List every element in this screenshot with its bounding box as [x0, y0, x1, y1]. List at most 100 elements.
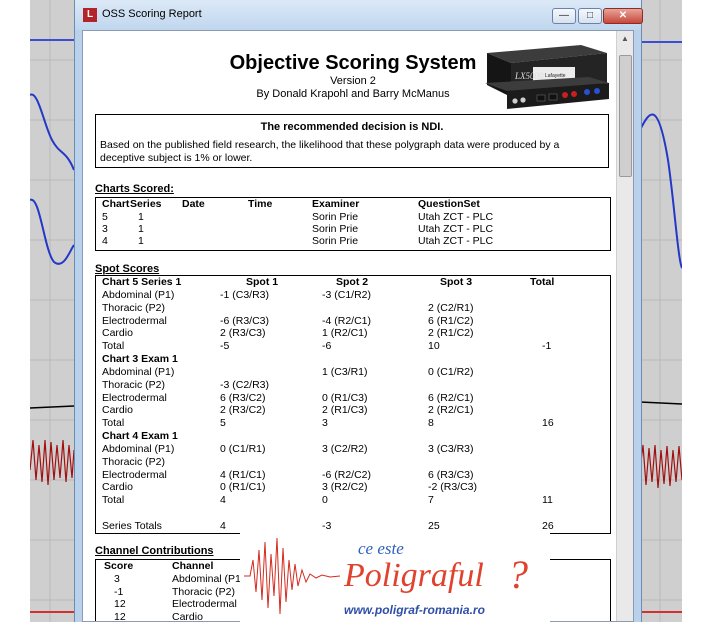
minimize-button[interactable]: — [552, 8, 576, 24]
spot-channel-label: Abdominal (P1) [102, 366, 175, 378]
spot-1-score: 6 (R3/C2) [220, 391, 266, 404]
watermark-line1: ce este [358, 539, 404, 558]
spot-3-score: 2 (R1/C2) [428, 327, 474, 340]
contrib-header-score: Score [104, 560, 134, 572]
spot-group-title: Chart 3 Exam 1 [102, 353, 178, 365]
decision-title: The recommended decision is NDI. [260, 121, 444, 133]
contrib-channel: Electrodermal [172, 598, 237, 610]
spot-header-0: Spot 1 [246, 276, 279, 288]
spot-2-score: 2 (R1/C3) [322, 404, 368, 417]
contrib-channel: Cardio [172, 610, 203, 622]
spot-3-score: 2 (R2/C1) [428, 404, 474, 417]
spot-3-score: 6 (R2/C1) [428, 391, 474, 404]
charts-cell: Utah ZCT - PLC [418, 223, 494, 235]
charts-cell: Utah ZCT - PLC [418, 211, 494, 223]
spot-channel-label: Thoracic (P2) [102, 301, 166, 314]
charts-cell: Sorin Prie [312, 211, 359, 223]
device-brand: Lafayette [545, 73, 566, 79]
spot-2-score: 0 (R1/C3) [322, 391, 368, 404]
spot-channel-label: Total [102, 340, 125, 353]
spot-channel-label: Thoracic (P2) [102, 455, 166, 468]
spot-3-score: 3 (C3/R3) [428, 443, 474, 455]
spot-channel-label: Total [102, 494, 125, 507]
spot-total: 11 [542, 494, 553, 507]
spot-group-title: Chart 5 Series 1 [102, 276, 182, 288]
channel-contributions-label: Channel Contributions [95, 545, 214, 557]
contrib-score: 3 [114, 573, 120, 585]
charts-cell: 1 [138, 223, 144, 235]
charts-cell: 1 [138, 211, 144, 223]
spot-channel-label: Abdominal (P1) [102, 289, 175, 301]
spot-3-score: -2 (R3/C3) [428, 481, 478, 494]
spot-2-score: -6 [322, 340, 332, 353]
spot-2-score: 3 [322, 417, 328, 430]
spot-1-score: -5 [220, 340, 230, 353]
charts-cell: 4 [102, 235, 108, 247]
contrib-score: -1 [114, 585, 124, 598]
contrib-score: 12 [114, 610, 126, 622]
poligraf-watermark-logo: ce este Poligraful ? www.poligraf-romani… [240, 530, 550, 622]
spot-1-score: 0 (C1/R1) [220, 443, 266, 455]
series-totals-label: Series Totals [102, 520, 162, 532]
spot-3-score: 10 [428, 340, 440, 353]
watermark-url: www.poligraf-romania.ro [344, 603, 485, 617]
series-total-spot-1: 4 [220, 520, 226, 532]
charts-cell: Sorin Prie [312, 223, 359, 235]
spot-header-1: Spot 2 [336, 276, 369, 288]
contrib-score: 12 [114, 598, 126, 610]
spot-2-score: 1 (C3/R1) [322, 366, 368, 378]
maximize-button[interactable]: □ [578, 8, 602, 24]
spot-channel-label: Cardio [102, 481, 133, 494]
spot-scores-label: Spot Scores [95, 263, 160, 275]
watermark-line2: Poligraful [343, 557, 484, 594]
spot-channel-label: Cardio [102, 327, 133, 340]
spot-2-score: -6 (R2/C2) [322, 468, 372, 481]
spot-channel-label: Thoracic (P2) [102, 378, 166, 391]
spot-3-score: 6 (R1/C2) [428, 314, 474, 327]
title-bar[interactable]: L OSS Scoring Report — □ ✕ [75, 0, 643, 30]
spot-1-score: 2 (R3/C3) [220, 327, 266, 340]
spot-1-score: 5 [220, 417, 226, 430]
spot-scores-table: Spot 1 Spot 2 Spot 3 Total Chart 5 Series 1A… [95, 275, 611, 534]
vertical-scrollbar[interactable]: ▲ [616, 31, 633, 621]
spot-total: 16 [542, 417, 554, 430]
spot-channel-label: Electrodermal [102, 314, 167, 327]
spot-header-2: Spot 3 [440, 276, 473, 288]
oss-report-window: L OSS Scoring Report — □ ✕ Objective Sco… [74, 0, 643, 622]
spot-3-score: 8 [428, 417, 434, 430]
spot-2-score: 3 (C2/R2) [322, 443, 368, 455]
spot-total: -1 [542, 340, 552, 353]
contrib-channel: Abdominal (P1) [172, 573, 245, 585]
spot-channel-label: Total [102, 417, 125, 430]
charts-header-3: Time [248, 198, 273, 210]
charts-header-2: Date [182, 198, 205, 210]
scroll-thumb[interactable] [619, 55, 632, 177]
spot-channel-label: Abdominal (P1) [102, 443, 175, 455]
charts-cell: 1 [138, 235, 144, 247]
spot-1-score: 4 [220, 494, 226, 507]
charts-cell: Utah ZCT - PLC [418, 235, 494, 247]
spot-1-score: 2 (R3/C2) [220, 404, 266, 417]
spot-1-score: -1 (C3/R3) [220, 289, 270, 301]
spot-3-score: 2 (C2/R1) [428, 301, 474, 314]
window-title: OSS Scoring Report [102, 8, 202, 20]
charts-cell: Sorin Prie [312, 235, 359, 247]
charts-scored-label: Charts Scored: [95, 183, 174, 195]
app-logo-icon: L [83, 8, 97, 22]
spot-1-score: -3 (C2/R3) [220, 378, 270, 391]
spot-3-score: 7 [428, 494, 434, 507]
close-button[interactable]: ✕ [603, 8, 643, 24]
contrib-header-channel: Channel [172, 560, 214, 572]
spot-2-score: -4 (R2/C1) [322, 314, 372, 327]
background-chart-left [30, 0, 74, 622]
scroll-up-icon[interactable]: ▲ [617, 31, 633, 47]
decision-text: Based on the published field research, t… [100, 139, 560, 164]
spot-1-score: 0 (R1/C1) [220, 481, 266, 494]
watermark-question-mark: ? [508, 552, 528, 597]
spot-header-3: Total [530, 276, 555, 288]
spot-channel-label: Cardio [102, 404, 133, 417]
charts-header-0: Chart [102, 198, 130, 210]
spot-2-score: 3 (R2/C2) [322, 481, 368, 494]
spot-1-score: -6 (R3/C3) [220, 314, 270, 327]
charts-scored-table: Chart Series Date Time Examiner QuestionSet 5 1… [95, 197, 611, 251]
